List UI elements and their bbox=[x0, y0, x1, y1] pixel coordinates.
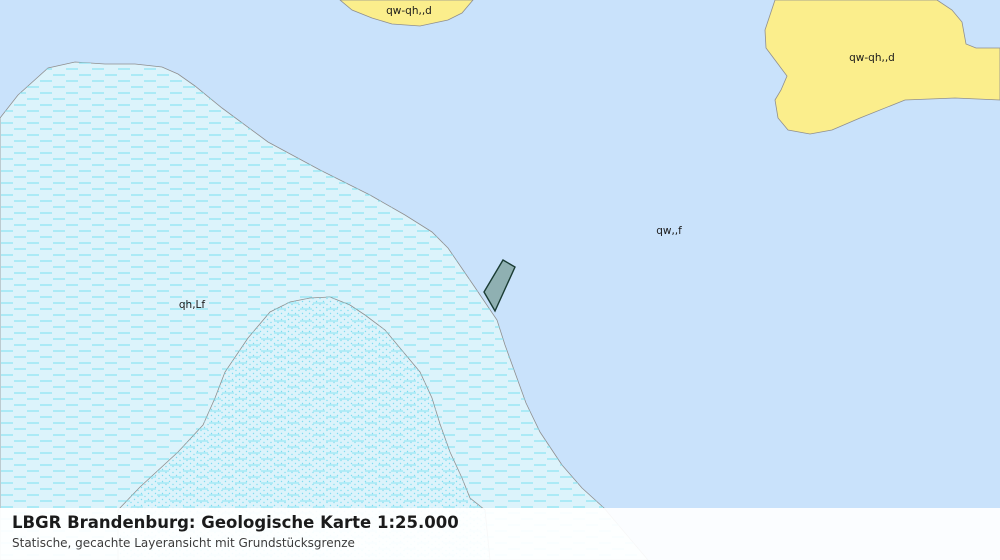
geologic-map[interactable]: qw-qh,,d qw-qh,,d qw,,f qh,Lf bbox=[0, 0, 1000, 560]
unit-label-qh-lf: qh,Lf bbox=[179, 299, 206, 311]
unit-label-qw-qh-d-right: qw-qh,,d bbox=[849, 52, 895, 64]
caption-subtitle: Statische, gecachte Layeransicht mit Gru… bbox=[12, 536, 355, 550]
caption-title: LBGR Brandenburg: Geologische Karte 1:25… bbox=[12, 513, 459, 532]
map-caption: LBGR Brandenburg: Geologische Karte 1:25… bbox=[0, 508, 1000, 560]
unit-label-qw-f: qw,,f bbox=[656, 225, 682, 237]
unit-label-qw-qh-d-top: qw-qh,,d bbox=[386, 5, 432, 17]
